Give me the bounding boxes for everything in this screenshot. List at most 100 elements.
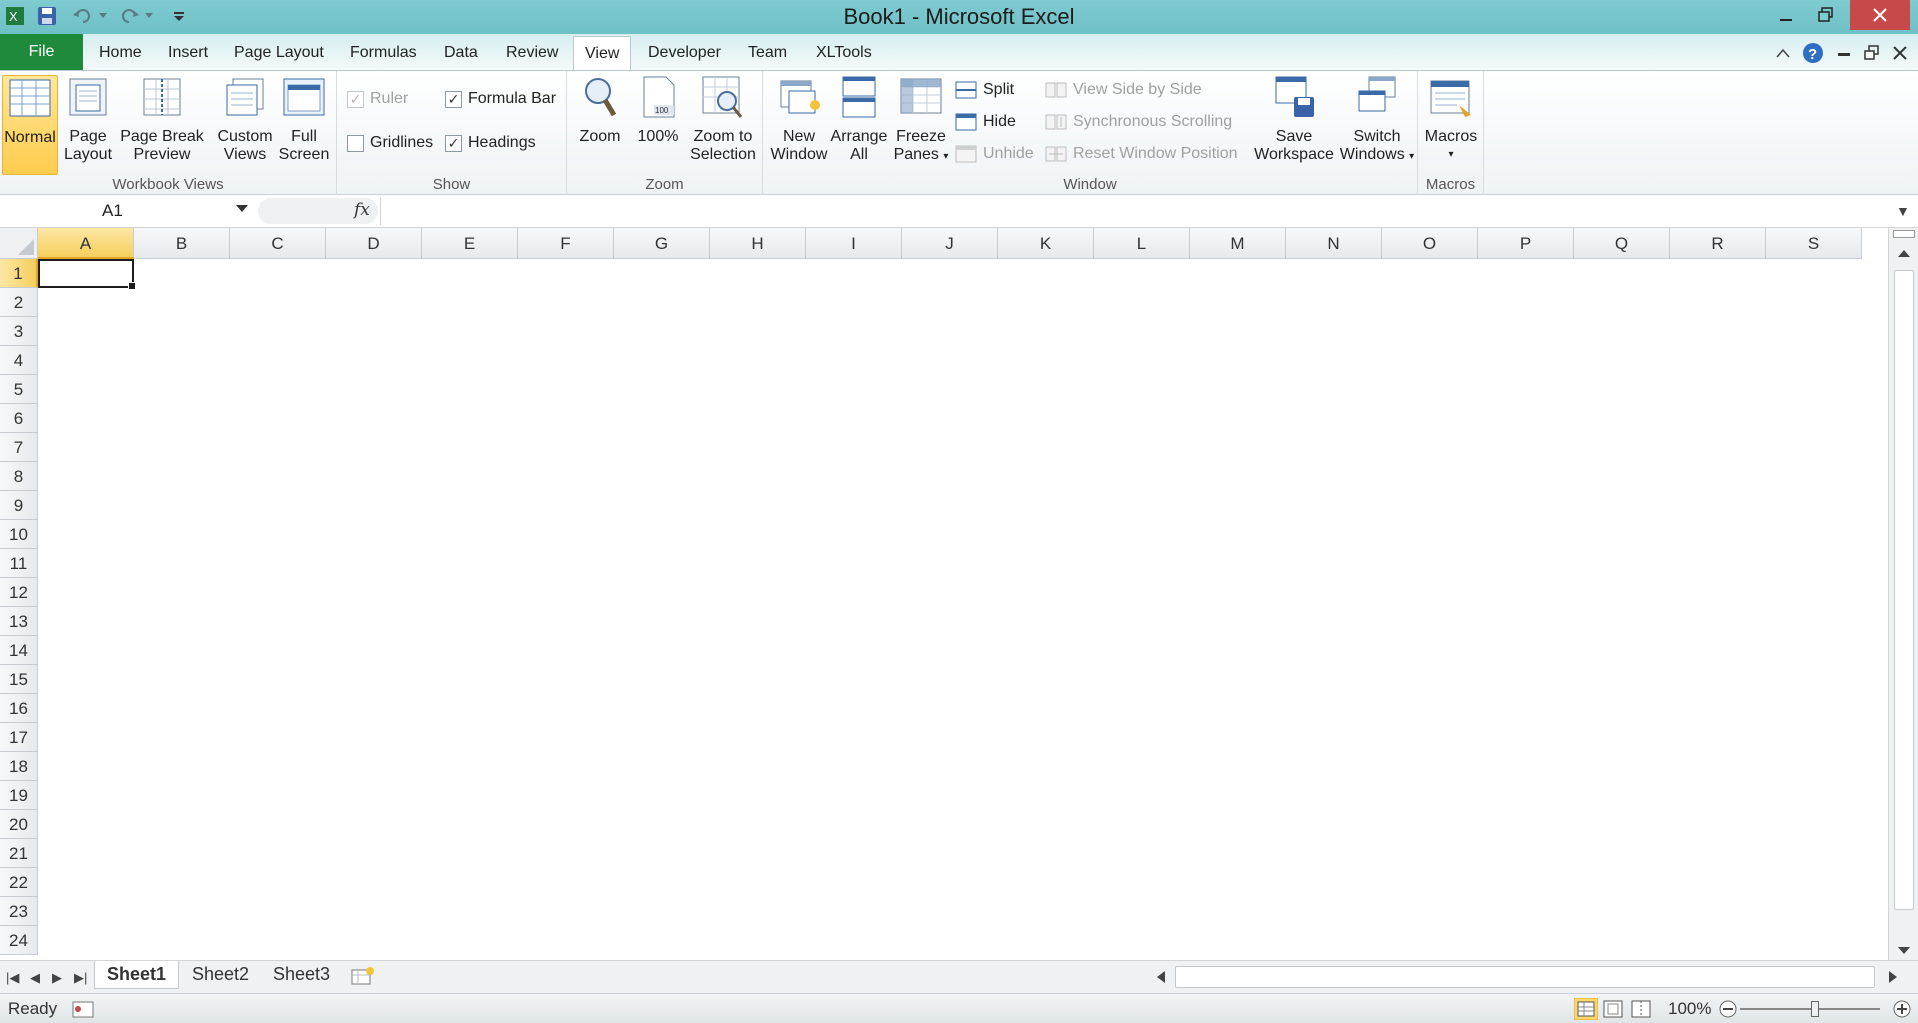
row-header-8[interactable]: 8 [0,462,38,491]
column-header-j[interactable]: J [902,228,998,259]
row-header-21[interactable]: 21 [0,839,38,868]
page-break-status-icon[interactable] [1631,1000,1651,1018]
expand-formula-bar-icon[interactable]: ▼ [1896,203,1910,219]
row-header-11[interactable]: 11 [0,549,38,578]
tab-review[interactable]: Review [498,40,566,66]
tab-home[interactable]: Home [91,40,150,66]
row-header-24[interactable]: 24 [0,926,38,955]
column-header-n[interactable]: N [1286,228,1382,259]
workbook-minimize-icon[interactable] [1836,47,1852,59]
column-header-s[interactable]: S [1766,228,1862,259]
column-header-c[interactable]: C [230,228,326,259]
zoom-level[interactable]: 100% [1668,999,1711,1019]
zoom-slider[interactable] [1740,1008,1880,1010]
gridlines-checkbox[interactable]: Gridlines [347,134,433,152]
ruler-checkbox[interactable]: ✓ Ruler [347,90,408,108]
split-button[interactable]: Split [955,81,1014,99]
horizontal-scrollbar[interactable] [1135,966,1915,988]
tab-view[interactable]: View [573,36,632,70]
full-screen-button[interactable]: Full Screen [278,75,330,164]
row-header-2[interactable]: 2 [0,288,38,317]
tab-team[interactable]: Team [740,40,795,66]
tab-data[interactable]: Data [436,40,486,66]
zoom-to-selection-button[interactable]: Zoom to Selection [687,75,759,164]
row-header-5[interactable]: 5 [0,375,38,404]
split-box-icon[interactable] [1893,230,1915,238]
synchronous-scrolling-button[interactable]: Synchronous Scrolling [1045,113,1232,131]
column-header-k[interactable]: K [998,228,1094,259]
switch-windows-button[interactable]: Switch Windows ▾ [1339,75,1415,166]
scroll-down-icon[interactable] [1897,946,1911,956]
cell-area[interactable] [38,259,1888,960]
row-header-16[interactable]: 16 [0,694,38,723]
tab-file[interactable]: File [0,34,83,70]
column-header-l[interactable]: L [1094,228,1190,259]
column-header-p[interactable]: P [1478,228,1574,259]
row-header-22[interactable]: 22 [0,868,38,897]
row-header-18[interactable]: 18 [0,752,38,781]
row-header-9[interactable]: 9 [0,491,38,520]
active-cell-a1[interactable] [38,259,136,290]
formula-input[interactable] [380,197,1890,225]
row-header-7[interactable]: 7 [0,433,38,462]
help-icon[interactable]: ? [1802,42,1824,64]
row-header-13[interactable]: 13 [0,607,38,636]
scroll-up-icon[interactable] [1897,248,1911,258]
row-header-12[interactable]: 12 [0,578,38,607]
column-header-i[interactable]: I [806,228,902,259]
arrange-all-button[interactable]: Arrange All [829,75,889,164]
first-sheet-icon[interactable]: |◀ [6,970,19,986]
row-header-1[interactable]: 1 [0,259,38,288]
name-box-dropdown-icon[interactable] [236,205,248,212]
select-all-corner[interactable] [0,228,38,259]
row-header-20[interactable]: 20 [0,810,38,839]
normal-view-button[interactable]: Normal [2,75,58,175]
workbook-restore-icon[interactable] [1864,45,1880,61]
tab-xltools[interactable]: XLTools [808,40,880,66]
next-sheet-icon[interactable]: ▶ [52,970,62,986]
tab-developer[interactable]: Developer [640,40,729,66]
row-header-10[interactable]: 10 [0,520,38,549]
normal-view-status-icon[interactable] [1574,998,1598,1020]
insert-worksheet-icon[interactable] [350,966,376,986]
macro-record-icon[interactable] [72,999,94,1019]
formula-bar-checkbox[interactable]: ✓ Formula Bar [445,90,556,108]
zoom-button[interactable]: Zoom [575,75,625,146]
row-header-14[interactable]: 14 [0,636,38,665]
vertical-scroll-thumb[interactable] [1894,270,1914,910]
column-header-e[interactable]: E [422,228,518,259]
workbook-close-icon[interactable] [1892,45,1908,61]
sheet-tab-sheet1[interactable]: Sheet1 [94,961,180,989]
row-header-17[interactable]: 17 [0,723,38,752]
headings-checkbox[interactable]: ✓ Headings [445,134,536,152]
name-box[interactable]: A1 [0,198,256,224]
tab-formulas[interactable]: Formulas [342,40,425,66]
column-header-q[interactable]: Q [1574,228,1670,259]
page-break-preview-button[interactable]: Page Break Preview [118,75,206,164]
zoom-100-button[interactable]: 100 100% [633,75,683,146]
column-header-m[interactable]: M [1190,228,1286,259]
column-header-o[interactable]: O [1382,228,1478,259]
column-header-f[interactable]: F [518,228,614,259]
insert-function-icon[interactable]: fx [354,200,370,220]
vertical-scrollbar[interactable] [1888,228,1918,960]
row-header-23[interactable]: 23 [0,897,38,926]
column-header-b[interactable]: B [134,228,230,259]
prev-sheet-icon[interactable]: ◀ [30,970,40,986]
row-header-6[interactable]: 6 [0,404,38,433]
scroll-left-icon[interactable] [1155,970,1167,984]
minimize-ribbon-icon[interactable] [1776,48,1790,58]
scroll-right-icon[interactable] [1887,970,1899,984]
sheet-tab-sheet3[interactable]: Sheet3 [261,961,342,989]
column-header-d[interactable]: D [326,228,422,259]
zoom-out-icon[interactable] [1718,999,1738,1019]
row-header-19[interactable]: 19 [0,781,38,810]
view-side-by-side-button[interactable]: View Side by Side [1045,81,1202,99]
sheet-tab-sheet2[interactable]: Sheet2 [180,961,261,989]
restore-button[interactable] [1798,0,1854,30]
column-header-h[interactable]: H [710,228,806,259]
page-layout-view-button[interactable]: Page Layout [62,75,114,164]
macros-button[interactable]: Macros ▾ [1422,75,1480,164]
column-header-g[interactable]: G [614,228,710,259]
unhide-button[interactable]: Unhide [955,145,1034,163]
